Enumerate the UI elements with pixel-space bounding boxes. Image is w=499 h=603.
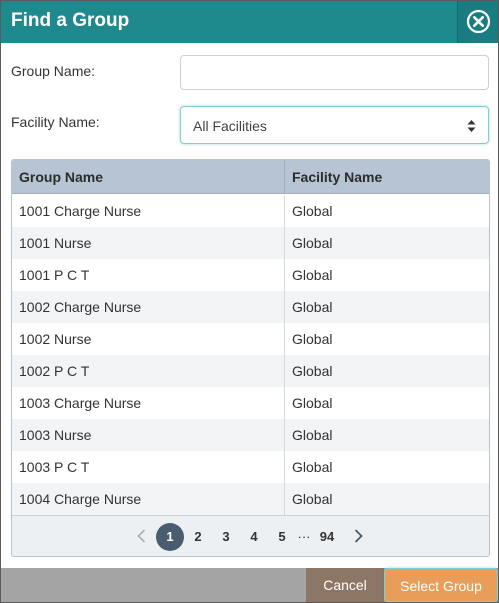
table-row[interactable]: 1003 P C T Global bbox=[12, 451, 489, 483]
table-row[interactable]: 1001 P C T Global bbox=[12, 259, 489, 291]
group-name-cell: 1001 P C T bbox=[12, 259, 285, 291]
facility-name-cell: Global bbox=[292, 203, 333, 219]
facility-name-cell: Global bbox=[292, 267, 333, 283]
group-name-cell: 1003 P C T bbox=[12, 451, 285, 483]
table-row[interactable]: 1001 Nurse Global bbox=[12, 227, 489, 259]
page-button-last[interactable]: 94 bbox=[315, 523, 339, 551]
pagination: 1 2 3 4 5 ··· 94 bbox=[12, 515, 489, 556]
group-name-cell: 1002 Nurse bbox=[12, 323, 285, 355]
chevron-right-icon[interactable] bbox=[354, 529, 363, 543]
facility-name-cell: Global bbox=[292, 299, 333, 315]
dialog-title: Find a Group bbox=[11, 10, 130, 31]
facility-name-cell: Global bbox=[292, 491, 333, 507]
sort-caret-icon bbox=[467, 120, 476, 132]
dialog-footer: Cancel Select Group bbox=[1, 568, 498, 602]
facility-name-cell: Global bbox=[292, 235, 333, 251]
table-row[interactable]: 1004 Charge Nurse Global bbox=[12, 483, 489, 515]
facility-select-value: All Facilities bbox=[193, 118, 267, 134]
page-button[interactable]: 4 bbox=[246, 523, 262, 551]
column-header-facility-name[interactable]: Facility Name bbox=[285, 160, 489, 194]
table-row[interactable]: 1003 Charge Nurse Global bbox=[12, 387, 489, 419]
group-name-cell: 1001 Charge Nurse bbox=[12, 195, 285, 227]
chevron-left-icon[interactable] bbox=[137, 529, 146, 543]
facility-name-cell: Global bbox=[292, 331, 333, 347]
group-name-cell: 1003 Charge Nurse bbox=[12, 387, 285, 419]
select-group-button[interactable]: Select Group bbox=[384, 568, 498, 602]
table-row[interactable]: 1002 Nurse Global bbox=[12, 323, 489, 355]
groups-table: Group Name Facility Name 1001 Charge Nur… bbox=[11, 159, 490, 557]
facility-name-cell: Global bbox=[292, 363, 333, 379]
group-name-cell: 1001 Nurse bbox=[12, 227, 285, 259]
close-button[interactable] bbox=[457, 1, 498, 43]
cancel-button[interactable]: Cancel bbox=[306, 568, 384, 602]
page-ellipsis: ··· bbox=[297, 529, 311, 544]
table-header: Group Name Facility Name bbox=[12, 160, 489, 194]
column-header-group-name[interactable]: Group Name bbox=[12, 160, 285, 194]
facility-name-cell: Global bbox=[292, 459, 333, 475]
group-name-cell: 1002 Charge Nurse bbox=[12, 291, 285, 323]
facility-name-cell: Global bbox=[292, 427, 333, 443]
facility-select[interactable]: All Facilities bbox=[180, 106, 489, 144]
facility-name-label: Facility Name: bbox=[11, 114, 100, 130]
page-button[interactable]: 3 bbox=[218, 523, 234, 551]
dialog-titlebar: Find a Group bbox=[1, 1, 498, 43]
facility-name-cell: Global bbox=[292, 395, 333, 411]
table-row[interactable]: 1001 Charge Nurse Global bbox=[12, 195, 489, 227]
group-name-cell: 1004 Charge Nurse bbox=[12, 483, 285, 515]
group-name-input[interactable] bbox=[180, 55, 489, 90]
close-circle-icon bbox=[466, 9, 491, 34]
group-name-label: Group Name: bbox=[11, 63, 96, 79]
table-body: 1001 Charge Nurse Global 1001 Nurse Glob… bbox=[12, 195, 489, 515]
page-button-current[interactable]: 1 bbox=[156, 523, 184, 551]
table-row[interactable]: 1002 Charge Nurse Global bbox=[12, 291, 489, 323]
page-button[interactable]: 5 bbox=[274, 523, 290, 551]
table-row[interactable]: 1003 Nurse Global bbox=[12, 419, 489, 451]
group-name-cell: 1002 P C T bbox=[12, 355, 285, 387]
find-group-dialog: Find a Group Group Name: Facility Name: … bbox=[0, 0, 499, 603]
table-row[interactable]: 1002 P C T Global bbox=[12, 355, 489, 387]
group-name-cell: 1003 Nurse bbox=[12, 419, 285, 451]
page-button[interactable]: 2 bbox=[190, 523, 206, 551]
